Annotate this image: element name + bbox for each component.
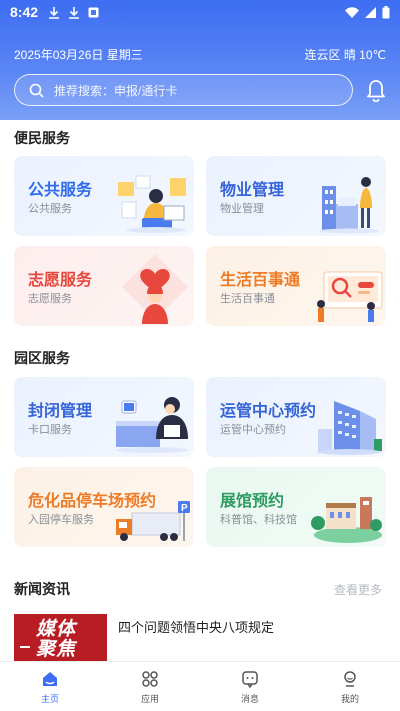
tab-label: 我的 xyxy=(340,693,359,704)
card-title: 展馆预约 xyxy=(220,493,285,510)
card-life-assistant[interactable]: 生活百事通 生活百事通 xyxy=(206,246,386,326)
card-volunteer-service[interactable]: 志愿服务 志愿服务 xyxy=(14,246,194,326)
card-title: 运管中心预约 xyxy=(220,403,317,420)
volunteer-illustration xyxy=(122,254,188,324)
bell-icon[interactable] xyxy=(365,78,387,102)
card-title: 志愿服务 xyxy=(28,272,93,289)
card-subtitle: 科普馆、科技馆 xyxy=(220,514,297,526)
wifi-icon xyxy=(345,6,359,18)
tab-label: 应用 xyxy=(140,693,159,704)
card-exhibition-booking[interactable]: 展馆预约 科普馆、科技馆 xyxy=(206,467,386,547)
card-title: 公共服务 xyxy=(28,182,93,199)
bottom-tab-bar: 主页 应用 消息 我的 xyxy=(0,661,400,711)
life-search-illustration xyxy=(317,271,383,322)
section-title-civil: 便民服务 xyxy=(14,130,70,146)
card-closed-management[interactable]: 封闭管理 卡口服务 xyxy=(14,377,194,457)
news-thumbnail[interactable]: 媒体 聚焦 xyxy=(14,614,107,661)
date-weather-line: 2025年03月26日 星期三 连云区 晴 10℃ xyxy=(14,46,386,63)
card-subtitle: 公共服务 xyxy=(28,203,72,215)
header: 8:42 2025年03月26日 星期三 连云区 晴 10℃ 推荐搜索：申报/通… xyxy=(0,0,400,120)
status-bar: 8:42 xyxy=(0,0,400,24)
truck-parking-illustration: P xyxy=(116,501,190,541)
tab-apps[interactable]: 应用 xyxy=(100,662,200,711)
section-title-park: 园区服务 xyxy=(14,350,70,366)
arrow-mark-icon xyxy=(20,646,30,648)
message-icon xyxy=(242,670,258,688)
current-date: 2025年03月26日 星期三 xyxy=(14,48,143,62)
tab-messages[interactable]: 消息 xyxy=(200,662,300,711)
tab-profile[interactable]: 我的 xyxy=(300,662,400,711)
card-subtitle: 运管中心预约 xyxy=(220,424,286,436)
card-subtitle: 志愿服务 xyxy=(28,293,72,305)
profile-icon xyxy=(344,670,356,687)
card-title: 物业管理 xyxy=(220,182,285,199)
card-title: 生活百事通 xyxy=(220,272,301,289)
card-title: 封闭管理 xyxy=(28,403,93,420)
tab-label: 消息 xyxy=(240,693,259,704)
card-property-management[interactable]: 物业管理 物业管理 xyxy=(206,156,386,236)
search-icon xyxy=(29,83,44,98)
office-building-illustration xyxy=(317,401,382,455)
status-time: 8:42 xyxy=(10,4,39,20)
office-worker-illustration xyxy=(118,175,186,233)
search-input[interactable]: 推荐搜索：申报/通行卡 xyxy=(14,74,353,106)
card-ops-center-booking[interactable]: 运管中心预约 运管中心预约 xyxy=(206,377,386,457)
tab-home[interactable]: 主页 xyxy=(0,662,100,711)
news-thumbnail-text: 媒体 聚焦 xyxy=(36,619,77,660)
signal-icon xyxy=(365,6,376,18)
battery-icon xyxy=(382,5,390,18)
home-icon xyxy=(43,671,57,686)
apps-icon xyxy=(142,670,158,687)
card-subtitle: 入园停车服务 xyxy=(28,514,94,526)
buildings-illustration xyxy=(319,177,379,234)
main-content: 便民服务 公共服务 公共服务 物业管理 物业管理 志愿服务 志愿服务 生活百事通… xyxy=(0,120,400,661)
section-title-news: 新闻资讯 xyxy=(14,581,70,597)
view-more-link[interactable]: 查看更多 xyxy=(334,581,382,598)
news-item-title[interactable]: 四个问题领悟中央八项规定 xyxy=(118,617,274,636)
checkpoint-staff-illustration xyxy=(116,397,188,453)
download-icon xyxy=(49,6,60,19)
download-icon xyxy=(69,6,80,19)
notification-app-icon xyxy=(88,7,99,17)
card-subtitle: 卡口服务 xyxy=(28,424,72,436)
weather-info: 连云区 晴 10℃ xyxy=(304,48,387,62)
tab-label: 主页 xyxy=(40,693,59,704)
museum-island-illustration xyxy=(311,497,382,543)
card-public-service[interactable]: 公共服务 公共服务 xyxy=(14,156,194,236)
card-subtitle: 生活百事通 xyxy=(220,293,275,305)
svg-text:P: P xyxy=(181,503,188,514)
search-placeholder: 推荐搜索：申报/通行卡 xyxy=(54,83,178,98)
card-subtitle: 物业管理 xyxy=(220,203,264,215)
card-hazmat-parking-booking[interactable]: 危化品停车场预约 入园停车服务 P xyxy=(14,467,194,547)
